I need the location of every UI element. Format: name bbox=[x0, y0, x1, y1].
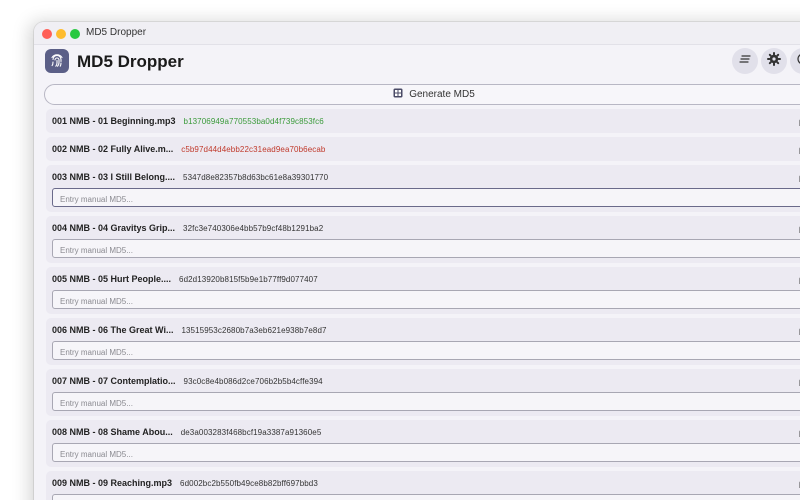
file-md5-hash[interactable]: de3a003283f468bcf19a3387a91360e5 bbox=[181, 428, 322, 437]
manual-md5-field[interactable] bbox=[52, 239, 800, 259]
manual-md5-field[interactable] bbox=[52, 188, 800, 208]
grid-icon bbox=[393, 88, 403, 101]
zoom-window-button[interactable] bbox=[70, 29, 80, 39]
settings-button[interactable] bbox=[761, 48, 787, 74]
file-row: 006 NMB - 06 The Great Wi... 13515953c268… bbox=[52, 320, 800, 340]
file-card: 006 NMB - 06 The Great Wi... 13515953c268… bbox=[46, 318, 800, 365]
manual-md5-field[interactable] bbox=[52, 494, 800, 500]
file-name: 006 NMB - 06 The Great Wi... bbox=[52, 325, 174, 335]
file-card: 005 NMB - 05 Hurt People.... 6d2d13920b81… bbox=[46, 267, 800, 314]
file-card: 008 NMB - 08 Shame Abou... de3a003283f468… bbox=[46, 420, 800, 467]
generate-md5-button[interactable]: Generate MD5 bbox=[44, 84, 800, 105]
generate-md5-label: Generate MD5 bbox=[409, 89, 475, 100]
app-window: MD5 Dropper MD5 Dropper Generate MD5 001… bbox=[34, 22, 800, 500]
info-button[interactable] bbox=[790, 48, 800, 74]
file-name: 001 NMB - 01 Beginning.mp3 bbox=[52, 116, 176, 126]
file-card: 007 NMB - 07 Contemplatio... 93c0c8e4b086… bbox=[46, 369, 800, 416]
file-row: 009 NMB - 09 Reaching.mp3 6d002bc2b550fb4… bbox=[52, 473, 800, 493]
file-name: 005 NMB - 05 Hurt People.... bbox=[52, 274, 172, 284]
file-row: 001 NMB - 01 Beginning.mp3 b13706949a7705… bbox=[52, 111, 800, 131]
file-row: 002 NMB - 02 Fully Alive.m... c5b97d44d4e… bbox=[52, 139, 800, 159]
file-row: 004 NMB - 04 Gravitys Grip... 32fc3e74030… bbox=[52, 218, 800, 238]
lines-icon bbox=[739, 52, 751, 70]
close-window-button[interactable] bbox=[42, 29, 52, 39]
gear-icon bbox=[767, 51, 781, 71]
manual-md5-input[interactable] bbox=[53, 191, 800, 208]
manual-md5-input[interactable] bbox=[53, 344, 800, 361]
file-card: 004 NMB - 04 Gravitys Grip... 32fc3e74030… bbox=[46, 216, 800, 263]
file-row: 005 NMB - 05 Hurt People.... 6d2d13920b81… bbox=[52, 269, 800, 289]
file-card: 001 NMB - 01 Beginning.mp3 b13706949a7705… bbox=[46, 109, 800, 133]
minimize-window-button[interactable] bbox=[56, 29, 66, 39]
manual-md5-input[interactable] bbox=[53, 242, 800, 259]
file-md5-hash[interactable]: b13706949a770553ba0d4f739c853fc6 bbox=[184, 117, 324, 126]
file-name: 003 NMB - 03 I Still Belong.... bbox=[52, 172, 176, 182]
file-card: 009 NMB - 09 Reaching.mp3 6d002bc2b550fb4… bbox=[46, 471, 800, 500]
manual-md5-field[interactable] bbox=[52, 443, 800, 463]
manual-md5-input[interactable] bbox=[53, 293, 800, 310]
file-md5-hash[interactable]: 6d002bc2b550fb49ce8b82bff697bbd3 bbox=[180, 479, 318, 488]
window-title: MD5 Dropper bbox=[86, 27, 147, 38]
file-md5-hash[interactable]: 32fc3e740306e4bb57b9cf48b1291ba2 bbox=[183, 224, 323, 233]
manual-md5-field[interactable] bbox=[52, 392, 800, 412]
file-name: 009 NMB - 09 Reaching.mp3 bbox=[52, 478, 173, 488]
file-row: 008 NMB - 08 Shame Abou... de3a003283f468… bbox=[52, 422, 800, 442]
fingerprint-icon bbox=[45, 49, 69, 73]
file-md5-hash[interactable]: c5b97d44d4ebb22c31ead9ea70b6ecab bbox=[181, 145, 325, 154]
manual-md5-field[interactable] bbox=[52, 290, 800, 310]
file-name: 007 NMB - 07 Contemplatio... bbox=[52, 376, 176, 386]
file-md5-hash[interactable]: 93c0c8e4b086d2ce706b2b5b4cffe394 bbox=[184, 377, 323, 386]
file-name: 004 NMB - 04 Gravitys Grip... bbox=[52, 223, 176, 233]
list-view-button[interactable] bbox=[732, 48, 758, 74]
file-row: 007 NMB - 07 Contemplatio... 93c0c8e4b086… bbox=[52, 371, 800, 391]
file-md5-hash[interactable]: 13515953c2680b7a3eb621e938b7e8d7 bbox=[181, 326, 326, 335]
title-bar: MD5 Dropper bbox=[34, 22, 800, 45]
app-title: MD5 Dropper bbox=[77, 52, 184, 71]
manual-md5-input[interactable] bbox=[53, 446, 800, 463]
file-md5-hash[interactable]: 6d2d13920b815f5b9e1b77ff9d077407 bbox=[179, 275, 318, 284]
app-header: MD5 Dropper bbox=[34, 46, 800, 86]
file-md5-hash[interactable]: 5347d8e82357b8d63bc61e8a39301770 bbox=[183, 173, 328, 182]
file-card: 002 NMB - 02 Fully Alive.m... c5b97d44d4e… bbox=[46, 137, 800, 161]
manual-md5-field[interactable] bbox=[52, 341, 800, 361]
file-name: 008 NMB - 08 Shame Abou... bbox=[52, 427, 173, 437]
file-row: 003 NMB - 03 I Still Belong.... 5347d8e82… bbox=[52, 167, 800, 187]
file-name: 002 NMB - 02 Fully Alive.m... bbox=[52, 144, 174, 154]
file-card: 003 NMB - 03 I Still Belong.... 5347d8e82… bbox=[46, 165, 800, 212]
file-list: 001 NMB - 01 Beginning.mp3 b13706949a7705… bbox=[46, 109, 800, 500]
manual-md5-input[interactable] bbox=[53, 395, 800, 412]
